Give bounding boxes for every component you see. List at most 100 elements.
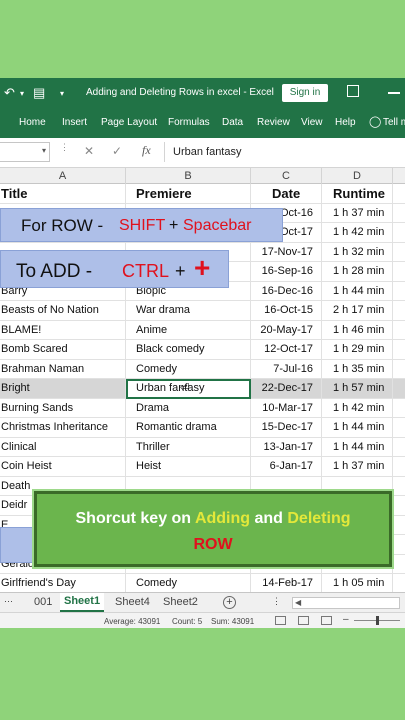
cell-runtime[interactable]: 1 h 44 min [322,418,393,438]
cell-runtime[interactable]: 1 h 32 min [322,242,393,262]
cell-runtime[interactable]: 1 h 28 min [322,262,393,282]
cancel-icon[interactable]: ✕ [84,144,94,158]
cell-premiere[interactable]: Comedy [126,359,251,379]
tab-page-layout[interactable]: Page Layout [101,117,157,128]
cell-title[interactable]: BLAME! [0,320,126,340]
cell-date[interactable]: 14-Feb-17 [251,574,322,594]
cell-date[interactable]: 13-Jan-17 [251,437,322,457]
sheet-tab-sheet1[interactable]: Sheet1 [60,593,105,612]
undo-dropdown-icon[interactable]: ▾ [20,89,24,98]
cell-premiere[interactable]: Black comedy [126,340,251,360]
horizontal-scrollbar[interactable]: ◀ [292,597,400,609]
cell-runtime[interactable]: 1 h 29 min [322,340,393,360]
cell-date[interactable]: 20-May-17 [251,320,322,340]
tab-help[interactable]: Help [335,117,356,128]
cell-premiere[interactable]: Heist [126,457,251,477]
name-box-dropdown-icon[interactable]: ▾ [42,146,46,155]
cell-title[interactable]: Bomb Scared [0,340,126,360]
cell-runtime[interactable]: 1 h 42 min [322,398,393,418]
cell-title[interactable]: Burning Sands [0,398,126,418]
header-cell-date[interactable]: Date [251,184,322,204]
cell-date[interactable]: 7-Jul-16 [251,359,322,379]
cell-runtime[interactable]: 1 h 05 min [322,574,393,594]
table-row[interactable]: Girlfriend's Day Comedy 14-Feb-17 1 h 05 mi… [0,574,405,594]
table-row[interactable]: Clinical Thriller 13-Jan-17 1 h 44 min [0,437,405,457]
tab-insert[interactable]: Insert [62,117,87,128]
normal-view-icon[interactable] [275,616,286,625]
cell-date[interactable]: 15-Dec-17 [251,418,322,438]
cell-premiere[interactable]: War drama [126,301,251,321]
cell-title[interactable]: Coin Heist [0,457,126,477]
table-row[interactable]: BLAME! Anime 20-May-17 1 h 46 min [0,320,405,340]
cell-title[interactable]: Bright [0,379,126,399]
cell-premiere[interactable]: Drama [126,398,251,418]
table-row[interactable]: Burning Sands Drama 10-Mar-17 1 h 42 min [0,398,405,418]
insert-function-icon[interactable]: fx [142,143,151,158]
tab-data[interactable]: Data [222,117,243,128]
formula-input[interactable]: Urban fantasy [164,142,405,162]
tab-home[interactable]: Home [19,117,46,128]
form-icon[interactable]: ▤ [33,85,45,101]
sheet-tab-sheet2[interactable]: Sheet2 [163,596,198,608]
undo-icon[interactable]: ↶ [4,85,15,101]
customize-quick-access-icon[interactable]: ▾ [60,89,64,98]
cell-title[interactable]: Brahman Naman [0,359,126,379]
new-sheet-button[interactable]: + [223,596,236,609]
sign-in-button[interactable]: Sign in [282,84,328,102]
scroll-tabs-left-icon[interactable]: ⋯ [4,596,13,607]
cell-date[interactable]: 16-Sep-16 [251,262,322,282]
table-row[interactable]: Christmas Inheritance Romantic drama 15-De… [0,418,405,438]
selected-table-row[interactable]: Bright Urban fantasy 22-Dec-17 1 h 57 min ⏎ [0,379,405,399]
table-row[interactable]: Beasts of No Nation War drama 16-Oct-15 2 h… [0,301,405,321]
cell-runtime[interactable]: 1 h 37 min [322,457,393,477]
header-cell-premiere[interactable]: Premiere [126,184,251,204]
cell-runtime[interactable]: 1 h 44 min [322,281,393,301]
ribbon-display-options-icon[interactable] [347,85,359,97]
sheet-tab-sheet4[interactable]: Sheet4 [115,596,150,608]
enter-icon[interactable]: ✓ [112,144,122,158]
tab-view[interactable]: View [301,117,323,128]
minimize-icon[interactable] [388,92,400,94]
header-cell-runtime[interactable]: Runtime [322,184,393,204]
cell-runtime[interactable]: 1 h 57 min [322,379,393,399]
column-header-d[interactable]: D [322,168,393,184]
cell-date[interactable]: 16-Dec-16 [251,281,322,301]
cell-runtime[interactable]: 1 h 37 min [322,203,393,223]
tab-formulas[interactable]: Formulas [168,117,210,128]
cell-title[interactable]: Beasts of No Nation [0,301,126,321]
cell-runtime[interactable]: 2 h 17 min [322,301,393,321]
sheet-tab-001[interactable]: 001 [34,596,52,608]
cell-title[interactable]: Girlfriend's Day [0,574,126,594]
scroll-left-icon[interactable]: ◀ [295,598,301,607]
table-row[interactable]: Coin Heist Heist 6-Jan-17 1 h 37 min [0,457,405,477]
cell-date[interactable]: 10-Mar-17 [251,398,322,418]
cell-date[interactable]: 16-Oct-15 [251,301,322,321]
column-header-a[interactable]: A [0,168,126,184]
cell-premiere[interactable]: Romantic drama [126,418,251,438]
cell-runtime[interactable]: 1 h 46 min [322,320,393,340]
cell-runtime[interactable]: 1 h 42 min [322,223,393,243]
cell-premiere[interactable]: Comedy [126,574,251,594]
header-cell-title[interactable]: Title [0,184,126,204]
cell-premiere[interactable]: Thriller [126,437,251,457]
cell-runtime[interactable]: 1 h 44 min [322,437,393,457]
column-header-c[interactable]: C [251,168,322,184]
cell-date[interactable]: 17-Nov-17 [251,242,322,262]
page-break-view-icon[interactable] [321,616,332,625]
tab-review[interactable]: Review [257,117,290,128]
zoom-slider-handle[interactable] [376,616,379,625]
zoom-out-button[interactable]: – [343,614,349,625]
cell-runtime[interactable]: 1 h 35 min [322,359,393,379]
column-header-b[interactable]: B [126,168,251,184]
page-layout-view-icon[interactable] [298,616,309,625]
cell-date[interactable]: 12-Oct-17 [251,340,322,360]
cell-premiere[interactable]: Anime [126,320,251,340]
cell-date[interactable]: 22-Dec-17 [251,379,322,399]
table-row[interactable]: Bomb Scared Black comedy 12-Oct-17 1 h 29 m… [0,340,405,360]
table-row[interactable]: Brahman Naman Comedy 7-Jul-16 1 h 35 min [0,359,405,379]
cell-title[interactable]: Christmas Inheritance [0,418,126,438]
tell-me-search[interactable]: Tell m [383,117,405,128]
tab-split-grip-icon[interactable]: ⋮ [272,596,281,607]
lightbulb-icon[interactable]: ◯ [369,115,381,128]
cell-date[interactable]: 6-Jan-17 [251,457,322,477]
